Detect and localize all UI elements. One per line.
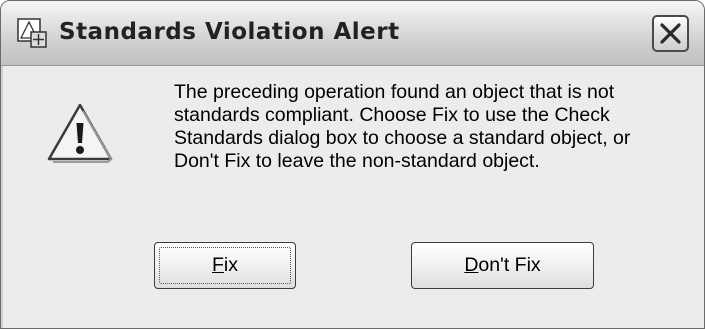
dont-fix-button-mnemonic: D [464, 254, 479, 276]
window-frame [1, 66, 3, 328]
warning-icon [45, 101, 115, 165]
close-button[interactable] [652, 15, 689, 52]
app-icon [17, 18, 47, 48]
message-line: standards compliant. Choose Fix to use t… [174, 104, 610, 126]
message-line: Don't Fix to leave the non-standard obje… [174, 150, 540, 172]
dont-fix-button-label: on't Fix [478, 254, 541, 276]
close-icon [660, 23, 681, 44]
window-title: Standards Violation Alert [59, 19, 400, 45]
dialog-window: Standards Violation Alert The preceding … [0, 0, 705, 329]
message-line: The preceding operation found an object … [174, 81, 615, 103]
fix-button[interactable]: Fix [154, 242, 296, 289]
fix-button-mnemonic: F [211, 254, 224, 276]
alert-message: The preceding operation found an object … [174, 81, 694, 173]
fix-button-label: ix [223, 254, 238, 276]
message-line: Standards dialog box to choose a standar… [174, 127, 631, 149]
title-bar[interactable]: Standards Violation Alert [1, 1, 704, 66]
dont-fix-button[interactable]: Don't Fix [411, 242, 594, 289]
